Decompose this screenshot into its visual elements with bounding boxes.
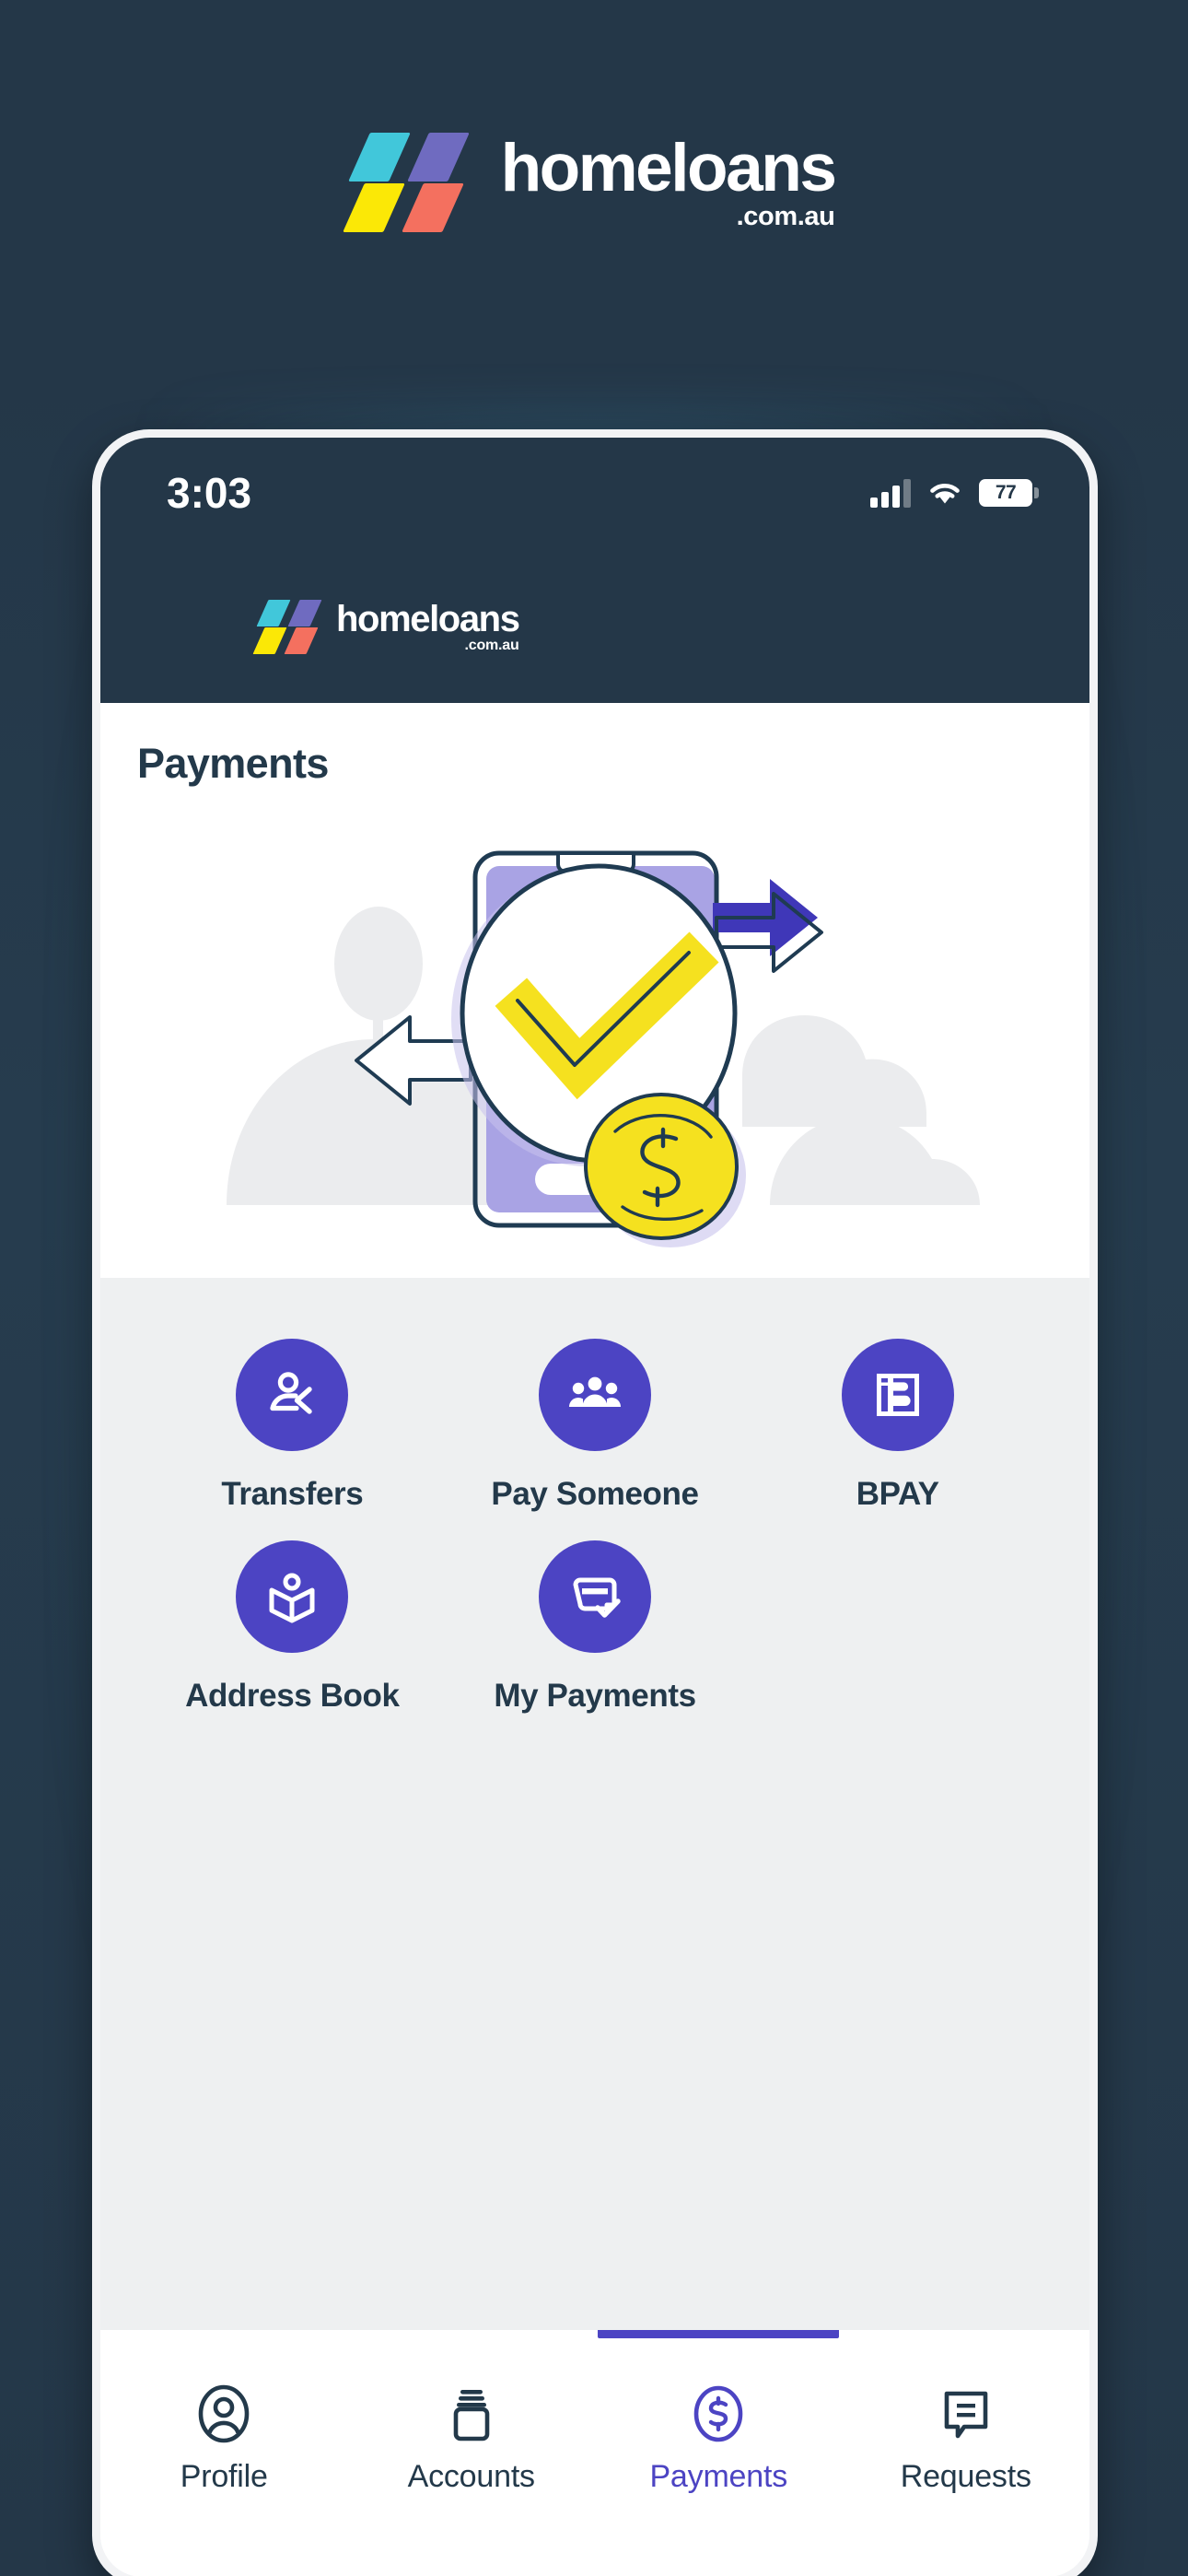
- actions-row-2: Address Book My Payments: [141, 1540, 1049, 1715]
- wifi-icon: [930, 484, 960, 504]
- logo-mark-purple: [406, 132, 470, 181]
- logo-mark-coral: [401, 182, 464, 232]
- actions-row-1: Transfers Pay Someone BPAY: [141, 1339, 1049, 1513]
- card-check-icon: [538, 1540, 651, 1653]
- status-icons: 77: [870, 478, 1039, 508]
- nav-active-indicator: [598, 2330, 840, 2338]
- page-title: Payments: [137, 740, 329, 787]
- logo-mark-yellow: [252, 627, 287, 654]
- action-pay-someone[interactable]: Pay Someone: [444, 1339, 747, 1513]
- action-transfers[interactable]: Transfers: [141, 1339, 444, 1513]
- header-wordmark: homeloans: [336, 598, 520, 639]
- action-label: Pay Someone: [491, 1476, 699, 1512]
- header-wordmark-group: homeloans .com.au: [336, 598, 520, 653]
- action-bpay[interactable]: BPAY: [746, 1339, 1049, 1513]
- illustration-arrow-right: [713, 879, 823, 973]
- action-label: Transfers: [221, 1476, 364, 1512]
- person-oval-icon: [198, 2384, 250, 2443]
- payment-confirmed-illustration: [100, 801, 1089, 1278]
- status-time: 3:03: [167, 469, 252, 517]
- nav-item-payments[interactable]: Payments: [595, 2330, 843, 2576]
- nav-label: Accounts: [407, 2459, 535, 2494]
- logo-mark-purple: [287, 600, 322, 626]
- homeloans-logo-icon: [252, 600, 325, 654]
- action-my-payments[interactable]: My Payments: [444, 1540, 747, 1715]
- message-lines-icon: [944, 2391, 988, 2439]
- nav-label: Requests: [900, 2459, 1031, 2494]
- payment-actions-grid: Transfers Pay Someone BPAY Address Book …: [100, 1278, 1089, 2330]
- brand-tld: .com.au: [736, 201, 835, 231]
- page-title-row: Payments: [100, 703, 1089, 801]
- header-logo[interactable]: homeloans .com.au: [252, 598, 520, 654]
- actions-grid-spacer: [746, 1540, 1049, 1715]
- logo-mark-cyan: [347, 132, 411, 181]
- bpay-logo-icon: [841, 1339, 954, 1451]
- logo-mark-cyan: [256, 600, 291, 626]
- account-jar-icon: [453, 2390, 490, 2441]
- brand-header-logo: homeloans .com.au: [0, 129, 1188, 235]
- action-address-book[interactable]: Address Book: [141, 1540, 444, 1715]
- battery-percent: 77: [995, 482, 1017, 503]
- nav-item-requests[interactable]: Requests: [843, 2330, 1090, 2576]
- logo-mark-coral: [284, 627, 319, 654]
- dollar-oval-icon: [693, 2385, 743, 2442]
- app-header: 3:03 77 homeloans .com.au: [100, 438, 1089, 703]
- bottom-navigation: Profile Accounts Payments Requests: [100, 2330, 1089, 2576]
- brand-wordmark: homeloans: [500, 130, 837, 205]
- action-label: Address Book: [185, 1678, 400, 1714]
- cellular-signal-icon: [870, 478, 911, 508]
- person-transfer-icon: [236, 1339, 349, 1451]
- nav-item-accounts[interactable]: Accounts: [348, 2330, 596, 2576]
- phone-device-frame: 3:03 77 homeloans .com.au Payments Trans…: [92, 429, 1098, 2576]
- homeloans-logo-icon: [342, 132, 475, 232]
- status-bar: 3:03 77: [100, 463, 1089, 522]
- nav-label: Profile: [180, 2459, 268, 2494]
- nav-item-profile[interactable]: Profile: [100, 2330, 348, 2576]
- nav-label: Payments: [649, 2459, 788, 2494]
- phone-screen: 3:03 77 homeloans .com.au Payments Trans…: [100, 438, 1089, 2576]
- header-tld: .com.au: [464, 637, 519, 653]
- address-book-icon: [236, 1540, 349, 1653]
- brand-wordmark-group: homeloans .com.au: [500, 130, 837, 231]
- people-group-icon: [538, 1339, 651, 1451]
- logo-mark-yellow: [342, 182, 405, 232]
- action-label: My Payments: [494, 1678, 696, 1714]
- action-label: BPAY: [856, 1476, 939, 1512]
- battery-icon: 77: [979, 479, 1039, 507]
